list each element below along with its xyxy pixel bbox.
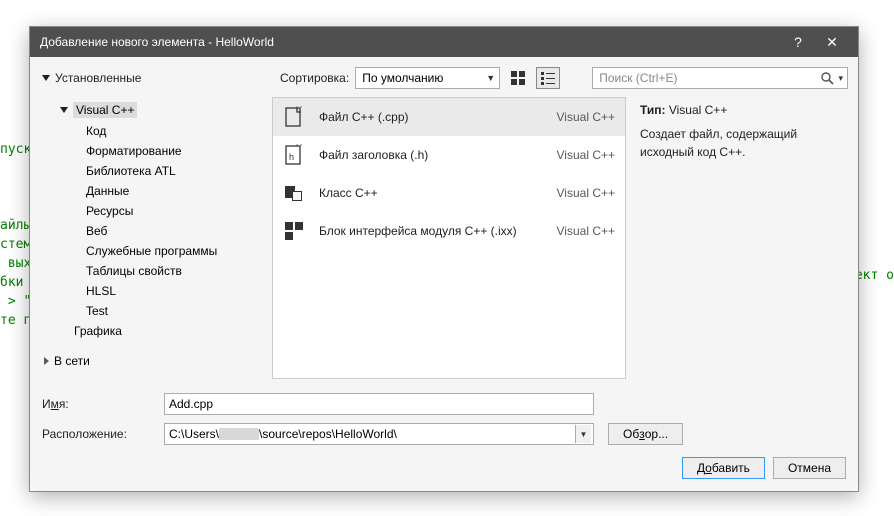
cpp-file-icon: ++ — [283, 106, 305, 128]
chevron-down-icon: ▼ — [575, 425, 591, 443]
background-code-right: ект о — [855, 268, 894, 283]
list-icon — [541, 71, 555, 85]
redacted-username — [219, 428, 259, 440]
template-list: ++ Файл C++ (.cpp) Visual C++ h++ Файл з… — [272, 97, 626, 379]
search-input[interactable]: Поиск (Ctrl+E) ▾ — [592, 67, 848, 89]
name-label: Имя: — [42, 397, 164, 411]
help-button[interactable]: ? — [782, 31, 814, 53]
template-item-cpp-file[interactable]: ++ Файл C++ (.cpp) Visual C++ — [273, 98, 625, 136]
cancel-button[interactable]: Отмена — [773, 457, 846, 479]
add-new-item-dialog: Добавление нового элемента - HelloWorld … — [29, 26, 859, 492]
tree-header-installed[interactable]: Установленные — [40, 71, 270, 85]
tree-node[interactable]: Таблицы свойств — [40, 261, 270, 281]
tree-node[interactable]: Данные — [40, 181, 270, 201]
template-item-module-interface[interactable]: Блок интерфейса модуля C++ (.ixx) Visual… — [273, 212, 625, 250]
location-label: Расположение: — [42, 427, 164, 441]
sort-combobox[interactable]: По умолчанию ▼ — [355, 67, 500, 89]
chevron-right-icon — [44, 357, 49, 365]
tree-node[interactable]: Код — [40, 121, 270, 141]
tree-node[interactable]: Форматирование — [40, 141, 270, 161]
svg-text:h: h — [289, 152, 294, 162]
tree-node-graphics[interactable]: Графика — [40, 321, 270, 341]
titlebar-title: Добавление нового элемента - HelloWorld — [40, 35, 780, 49]
chevron-down-icon: ▼ — [486, 73, 495, 83]
tree-node[interactable]: HLSL — [40, 281, 270, 301]
chevron-down-icon — [60, 107, 68, 113]
grid-icon — [511, 71, 525, 85]
close-button[interactable]: ✕ — [816, 31, 848, 53]
module-icon — [283, 220, 305, 242]
tree-node[interactable]: Ресурсы — [40, 201, 270, 221]
titlebar[interactable]: Добавление нового элемента - HelloWorld … — [30, 27, 858, 57]
tree-node[interactable]: Веб — [40, 221, 270, 241]
chevron-down-icon — [42, 75, 50, 81]
cpp-class-icon — [283, 182, 305, 204]
location-combobox[interactable]: C:\Users\\source\repos\HelloWorld\ ▼ — [164, 423, 594, 445]
category-tree: Visual C++ Код Форматирование Библиотека… — [40, 97, 270, 379]
tree-node-visual-cpp[interactable]: Visual C++ — [40, 99, 270, 121]
sort-label: Сортировка: — [280, 71, 349, 85]
svg-text:++: ++ — [295, 144, 303, 148]
view-large-icons-button[interactable] — [506, 67, 530, 89]
search-icon — [820, 71, 834, 85]
template-item-header-file[interactable]: h++ Файл заголовка (.h) Visual C++ — [273, 136, 625, 174]
tree-node[interactable]: Библиотека ATL — [40, 161, 270, 181]
header-file-icon: h++ — [283, 144, 305, 166]
svg-text:++: ++ — [295, 106, 303, 110]
template-item-cpp-class[interactable]: Класс C++ Visual C++ — [273, 174, 625, 212]
template-description-panel: Тип: Visual C++ Создает файл, содержащий… — [630, 97, 848, 379]
tree-node-online[interactable]: В сети — [40, 351, 270, 371]
browse-button[interactable]: Обзор... — [608, 423, 683, 445]
name-input[interactable] — [164, 393, 594, 415]
tree-node[interactable]: Test — [40, 301, 270, 321]
view-details-button[interactable] — [536, 67, 560, 89]
add-button[interactable]: Добавить — [682, 457, 765, 479]
tree-node[interactable]: Служебные программы — [40, 241, 270, 261]
chevron-down-icon: ▾ — [838, 73, 843, 84]
